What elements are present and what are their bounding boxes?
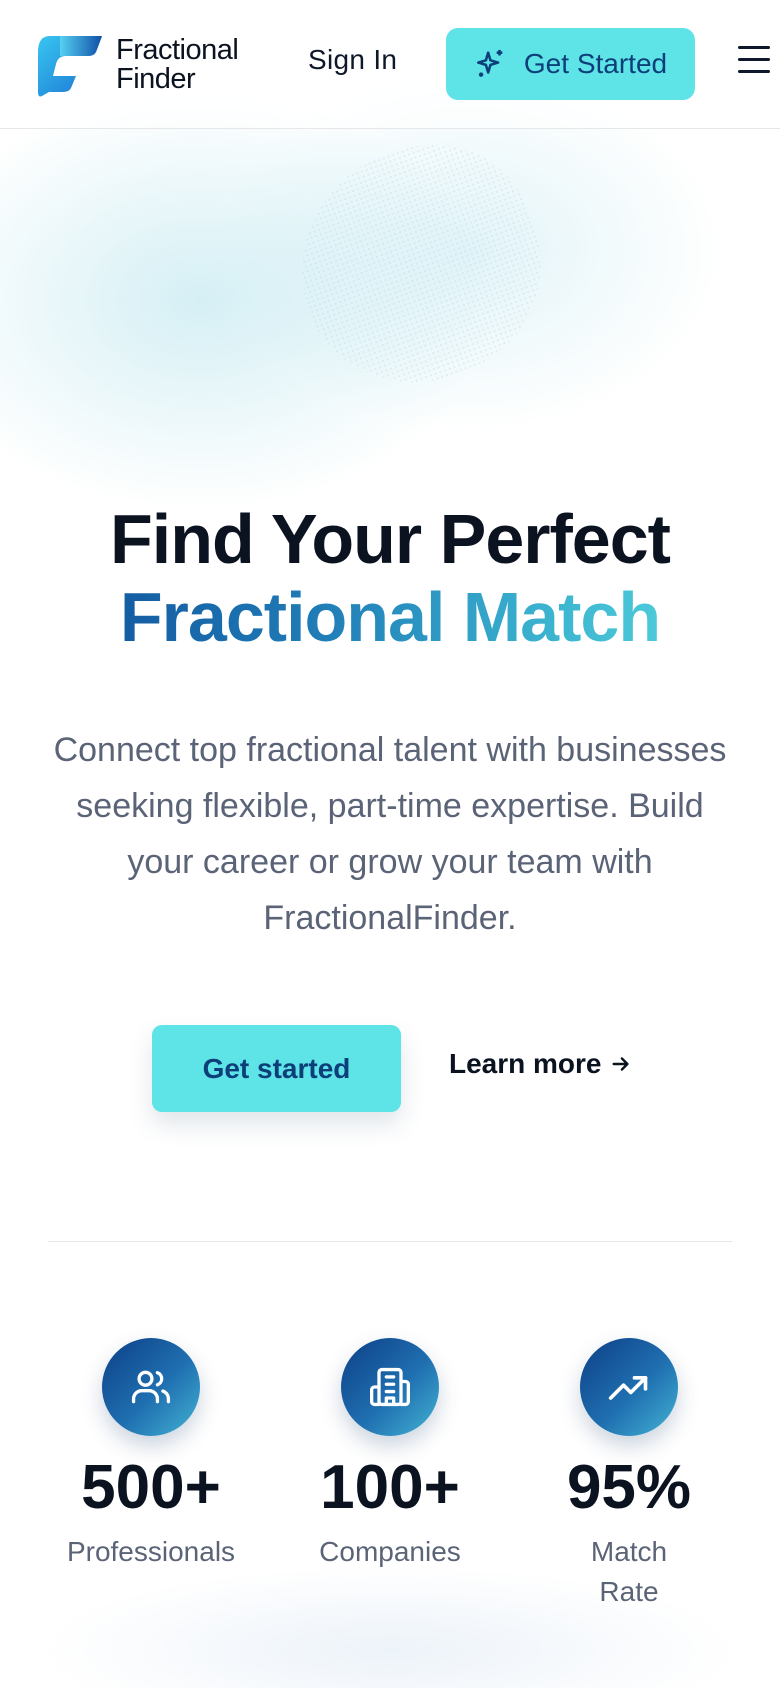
stat-label: Companies: [319, 1536, 461, 1567]
stat-companies: 100+ Companies: [275, 1338, 505, 1572]
get-started-label: Get started: [202, 1052, 351, 1084]
hero-title-line1: Find Your Perfect: [110, 500, 671, 578]
stat-value: 500+: [81, 1453, 221, 1522]
sign-in-link[interactable]: Sign In: [308, 44, 397, 76]
hero-title-line2: Fractional Match: [0, 578, 780, 656]
get-started-header-label: Get Started: [523, 48, 668, 79]
stat-label: Professionals: [66, 1536, 236, 1567]
decorative-dot-pattern: [267, 115, 573, 415]
top-nav: Fractional Finder Sign In Get Started: [0, 0, 780, 129]
section-divider: [48, 1241, 732, 1242]
stat-icon-circle: [580, 1338, 678, 1436]
get-started-button[interactable]: Get started: [152, 1025, 401, 1112]
learn-more-link[interactable]: Learn more: [449, 1048, 632, 1080]
fractional-finder-logo-icon: [38, 36, 102, 97]
stat-professionals: 500+ Professionals: [36, 1338, 266, 1572]
stat-match-rate: 95% Match Rate: [514, 1338, 744, 1612]
building-icon: [370, 1367, 410, 1407]
landing-page: Fractional Finder Sign In Get Started Fi…: [0, 0, 780, 1688]
get-started-header-button[interactable]: Get Started: [446, 28, 695, 100]
users-icon: [131, 1370, 171, 1404]
hero-title: Find Your Perfect Fractional Match: [0, 500, 780, 656]
hamburger-menu-icon[interactable]: [738, 46, 772, 80]
trending-up-icon: [608, 1376, 648, 1400]
sparkles-icon: [476, 49, 503, 77]
brand-name: Fractional Finder: [116, 34, 239, 95]
brand-name-line2: Finder: [116, 63, 196, 95]
stat-value: 95%: [566, 1453, 692, 1522]
arrow-right-icon: [611, 1057, 629, 1071]
hero-subtitle: Connect top fractional talent with busin…: [53, 731, 727, 937]
brand-logo[interactable]: Fractional Finder: [36, 32, 239, 98]
learn-more-label: Learn more: [449, 1048, 602, 1079]
stat-icon-circle: [341, 1338, 439, 1436]
stat-value: 100+: [320, 1453, 460, 1522]
brand-name-line1: Fractional: [116, 34, 239, 66]
stat-icon-circle: [102, 1338, 200, 1436]
stat-label: Match Rate: [590, 1536, 668, 1607]
